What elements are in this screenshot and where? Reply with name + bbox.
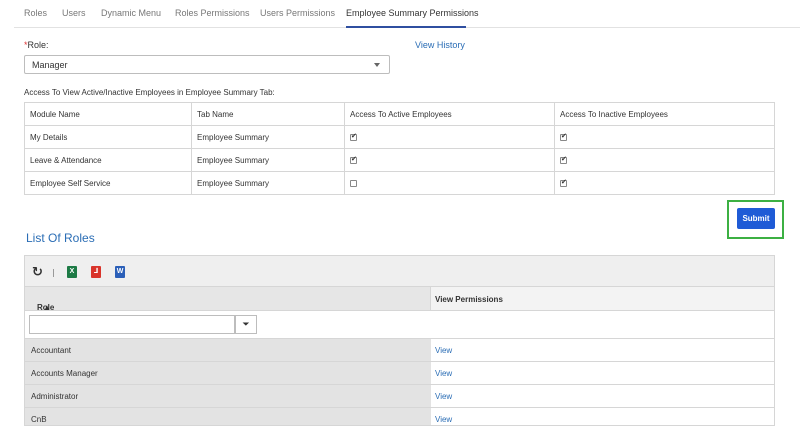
table-row: CnB View xyxy=(25,408,774,425)
module-name: My Details xyxy=(24,125,192,149)
table-row: Leave & Attendance Employee Summary xyxy=(24,148,775,172)
active-access-checkbox[interactable] xyxy=(350,155,357,164)
filter-icon[interactable]: ⏷ xyxy=(235,315,257,334)
role-filter-input[interactable] xyxy=(29,315,235,334)
access-permissions-table: Module Name Tab Name Access To Active Em… xyxy=(24,102,775,195)
tab-name: Employee Summary xyxy=(191,148,345,172)
active-tab-indicator xyxy=(346,26,466,28)
role-label: *Role: xyxy=(24,40,49,50)
tab-name: Employee Summary xyxy=(191,171,345,195)
chevron-down-icon xyxy=(374,63,380,67)
role-name: Accountant xyxy=(31,346,72,355)
role-name: Administrator xyxy=(31,392,79,401)
view-permissions-link[interactable]: View xyxy=(435,415,452,424)
inactive-access-checkbox[interactable] xyxy=(560,178,567,187)
table-row: My Details Employee Summary xyxy=(24,125,775,149)
role-label-text: Role: xyxy=(27,40,49,50)
excel-icon[interactable]: X xyxy=(67,266,77,278)
col-role-header[interactable]: Role ▲ xyxy=(25,286,431,312)
table-row: Accountant View xyxy=(25,339,774,362)
tab-dynamic-menu[interactable]: Dynamic Menu xyxy=(101,8,161,18)
view-permissions-link[interactable]: View xyxy=(435,369,452,378)
role-select[interactable]: Manager xyxy=(24,55,390,74)
col-access-inactive: Access To Inactive Employees xyxy=(554,102,775,126)
active-access-checkbox[interactable] xyxy=(350,179,357,187)
tab-roles[interactable]: Roles xyxy=(24,8,47,18)
tab-roles-permissions[interactable]: Roles Permissions xyxy=(175,8,250,18)
module-name: Employee Self Service xyxy=(24,171,192,195)
table-row: Administrator View xyxy=(25,385,774,408)
role-name: CnB xyxy=(31,415,47,424)
tab-employee-summary-permissions[interactable]: Employee Summary Permissions xyxy=(346,8,479,18)
col-access-active: Access To Active Employees xyxy=(344,102,555,126)
toolbar-divider xyxy=(53,269,54,277)
col-view-permissions-label: View Permissions xyxy=(435,295,503,304)
col-tab-name: Tab Name xyxy=(191,102,345,126)
tab-users-permissions[interactable]: Users Permissions xyxy=(260,8,335,18)
view-permissions-link[interactable]: View xyxy=(435,392,452,401)
view-permissions-link[interactable]: View xyxy=(435,346,452,355)
table-row: Employee Self Service Employee Summary xyxy=(24,171,775,195)
refresh-icon[interactable]: ↻ xyxy=(32,265,43,278)
inactive-access-checkbox[interactable] xyxy=(560,132,567,141)
col-view-permissions-header: View Permissions xyxy=(431,286,774,311)
access-heading: Access To View Active/Inactive Employees… xyxy=(24,88,275,97)
tab-name: Employee Summary xyxy=(191,125,345,149)
inactive-access-checkbox[interactable] xyxy=(560,155,567,164)
role-select-value: Manager xyxy=(32,60,68,70)
filter-row: ⏷ xyxy=(25,311,774,339)
table-row: Accounts Manager View xyxy=(25,362,774,385)
list-of-roles-title: List Of Roles xyxy=(26,231,95,245)
tab-bar: Roles Users Dynamic Menu Roles Permissio… xyxy=(14,0,800,28)
word-icon[interactable]: W xyxy=(115,266,125,278)
role-name: Accounts Manager xyxy=(31,369,98,378)
view-history-link[interactable]: View History xyxy=(415,40,465,50)
col-module-name: Module Name xyxy=(24,102,192,126)
tab-users[interactable]: Users xyxy=(62,8,86,18)
active-access-checkbox[interactable] xyxy=(350,132,357,141)
pdf-icon[interactable]: ⅃ xyxy=(91,266,101,278)
roles-grid: ↻ X ⅃ W Role ▲ View Permissions ⏷ Account… xyxy=(24,255,775,426)
module-name: Leave & Attendance xyxy=(24,148,192,172)
grid-toolbar: ↻ X ⅃ W xyxy=(25,256,774,286)
submit-button[interactable]: Submit xyxy=(737,208,775,229)
